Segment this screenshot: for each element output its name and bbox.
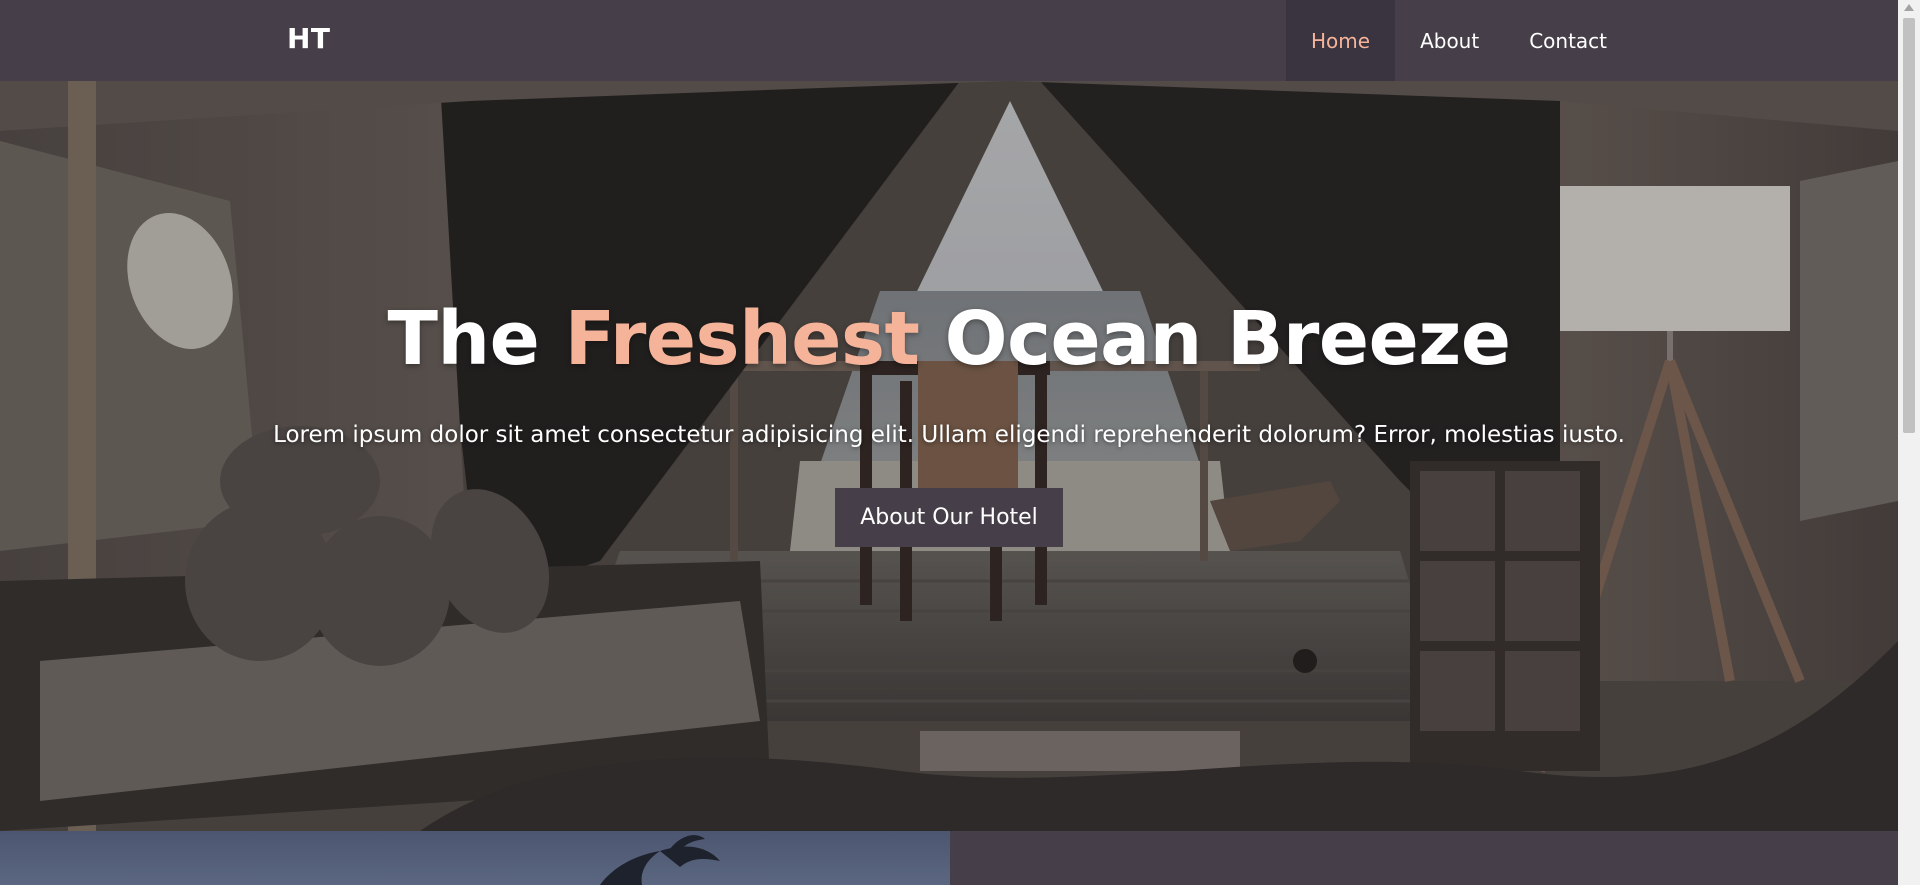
brand-logo[interactable]: HT (287, 22, 331, 55)
hero-title-part2: Ocean Breeze (944, 296, 1511, 382)
scroll-up-arrow-icon[interactable] (1904, 4, 1914, 11)
nav-link-contact[interactable]: Contact (1504, 0, 1632, 81)
nav-link-about[interactable]: About (1395, 0, 1504, 81)
page-scrollbar[interactable] (1898, 0, 1920, 885)
hero-title-accent: Freshest (564, 296, 920, 382)
nav-link-home[interactable]: Home (1286, 0, 1396, 81)
nav-links: Home About Contact (1286, 0, 1632, 81)
hero-subtitle: Lorem ipsum dolor sit amet consectetur a… (273, 422, 1625, 448)
navbar: HT Home About Contact (0, 0, 1898, 81)
hero-content: The Freshest Ocean Breeze Lorem ipsum do… (0, 296, 1898, 547)
hero-title: The Freshest Ocean Breeze (0, 296, 1898, 382)
hero-section: The Freshest Ocean Breeze Lorem ipsum do… (0, 81, 1898, 831)
palm-tree-silhouette (600, 835, 720, 885)
next-section-image (0, 831, 950, 885)
hero-title-part1: The (387, 296, 540, 382)
next-section-panel (950, 831, 1898, 885)
scrollbar-thumb[interactable] (1903, 18, 1915, 433)
about-hotel-button[interactable]: About Our Hotel (835, 488, 1063, 547)
